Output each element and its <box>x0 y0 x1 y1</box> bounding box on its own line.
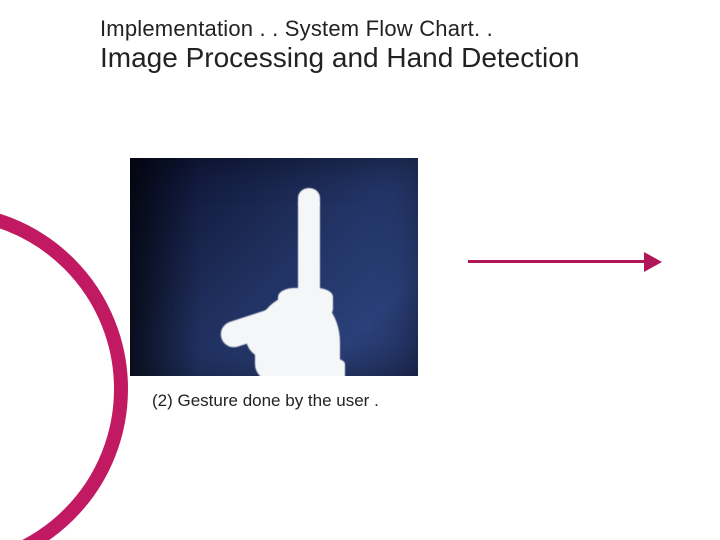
breadcrumb: Implementation . . System Flow Chart. . <box>100 16 493 42</box>
figure-caption: (2) Gesture done by the user . <box>152 390 452 411</box>
flow-arrow-right <box>468 252 668 272</box>
arrow-head-icon <box>644 252 662 272</box>
image-vignette <box>130 158 200 376</box>
slide: Implementation . . System Flow Chart. . … <box>0 0 720 540</box>
arrow-line <box>468 260 646 263</box>
gesture-image <box>130 158 418 376</box>
decorative-ring <box>0 205 128 540</box>
page-title: Image Processing and Hand Detection <box>100 42 579 74</box>
hand-silhouette <box>220 188 360 376</box>
